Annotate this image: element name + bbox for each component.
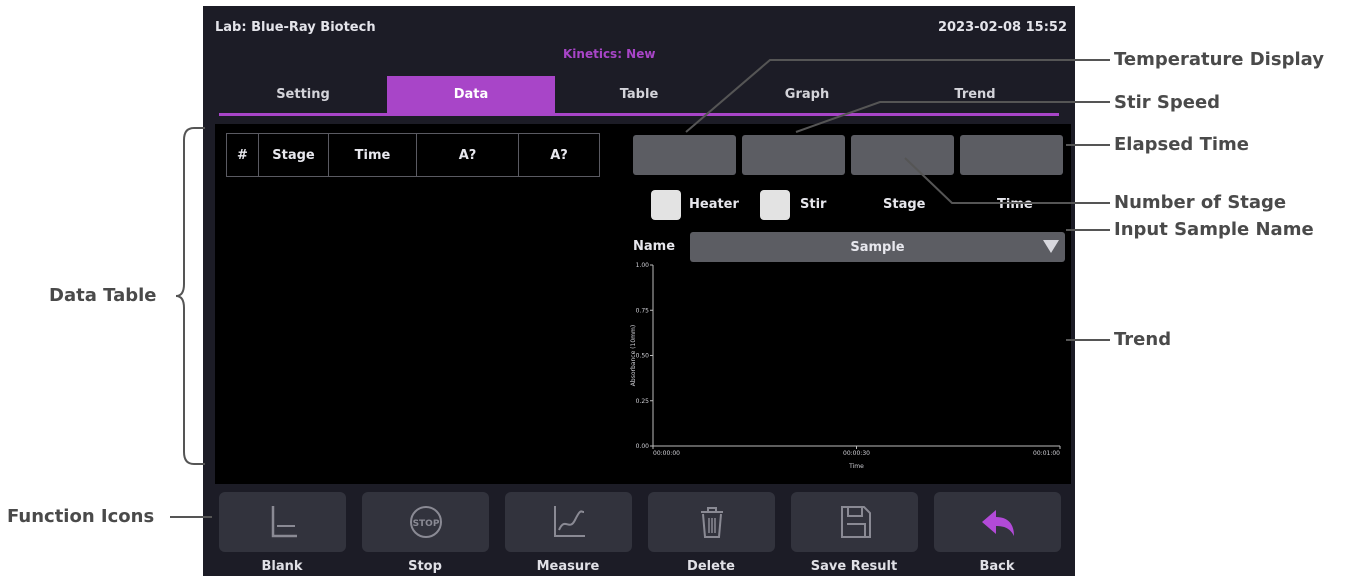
annotation-number-of-stage: Number of Stage (1114, 192, 1287, 213)
annotation-elapsed-time: Elapsed Time (1114, 134, 1249, 155)
annotation-trend: Trend (1114, 329, 1172, 350)
annotation-function-icons: Function Icons (7, 506, 155, 527)
annotation-lines (170, 59, 1110, 518)
annotation-input-sample-name: Input Sample Name (1114, 219, 1314, 240)
annotation-data-table: Data Table (49, 285, 157, 306)
annotation-temperature-display: Temperature Display (1114, 49, 1324, 70)
annotation-stir-speed: Stir Speed (1114, 92, 1221, 113)
